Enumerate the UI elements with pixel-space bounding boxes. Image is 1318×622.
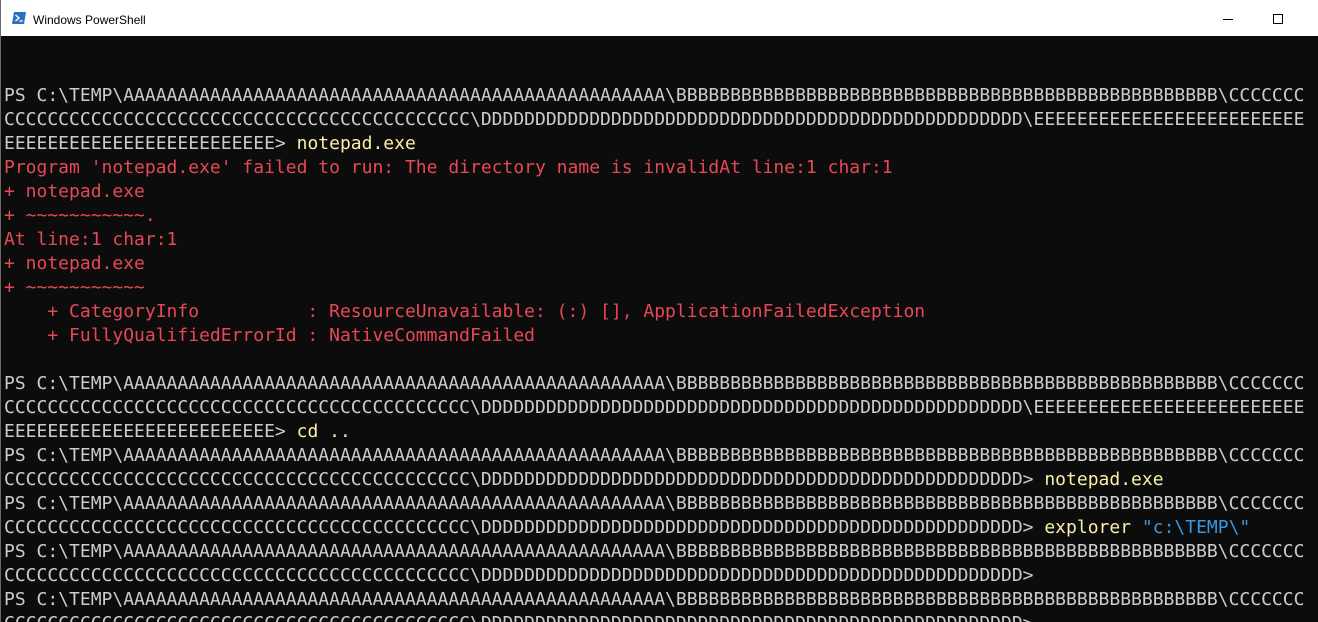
error-text: + notepad.exe (4, 253, 145, 274)
console-line: + notepad.exe (4, 180, 1318, 204)
console-line: CCCCCCCCCCCCCCCCCCCCCCCCCCCCCCCCCCCCCCCC… (4, 564, 1318, 588)
prompt-text: PS C:\TEMP\AAAAAAAAAAAAAAAAAAAAAAAAAAAAA… (4, 589, 1305, 610)
prompt-text: CCCCCCCCCCCCCCCCCCCCCCCCCCCCCCCCCCCCCCCC… (4, 517, 1045, 538)
command-text: notepad.exe (296, 133, 416, 154)
error-text: Program 'notepad.exe' failed to run: The… (4, 157, 893, 178)
prompt-text: CCCCCCCCCCCCCCCCCCCCCCCCCCCCCCCCCCCCCCCC… (4, 613, 1034, 622)
console-line: + ~~~~~~~~~~~ (4, 276, 1318, 300)
console-line: + CategoryInfo : ResourceUnavailable: (:… (4, 300, 1318, 324)
title-bar[interactable]: Windows PowerShell (1, 0, 1318, 36)
powershell-window: Windows PowerShell PS C:\TEMP\AAAAAAAAAA… (0, 0, 1318, 622)
maximize-button[interactable] (1255, 0, 1301, 36)
prompt-text: CCCCCCCCCCCCCCCCCCCCCCCCCCCCCCCCCCCCCCCC… (4, 469, 1045, 490)
console-line: + FullyQualifiedErrorId : NativeCommandF… (4, 324, 1318, 348)
console-line: PS C:\TEMP\AAAAAAAAAAAAAAAAAAAAAAAAAAAAA… (4, 84, 1318, 108)
error-text: + CategoryInfo : ResourceUnavailable: (:… (4, 301, 926, 322)
console-line: PS C:\TEMP\AAAAAAAAAAAAAAAAAAAAAAAAAAAAA… (4, 492, 1318, 516)
console-line: CCCCCCCCCCCCCCCCCCCCCCCCCCCCCCCCCCCCCCCC… (4, 396, 1318, 420)
console-line: At line:1 char:1 (4, 228, 1318, 252)
console-line: CCCCCCCCCCCCCCCCCCCCCCCCCCCCCCCCCCCCCCCC… (4, 516, 1318, 540)
prompt-text: EEEEEEEEEEEEEEEEEEEEEEEEE> (4, 133, 297, 154)
prompt-text: PS C:\TEMP\AAAAAAAAAAAAAAAAAAAAAAAAAAAAA… (4, 445, 1305, 466)
prompt-text: PS C:\TEMP\AAAAAAAAAAAAAAAAAAAAAAAAAAAAA… (4, 541, 1305, 562)
console-line: + notepad.exe (4, 252, 1318, 276)
console-line: PS C:\TEMP\AAAAAAAAAAAAAAAAAAAAAAAAAAAAA… (4, 444, 1318, 468)
console-line: CCCCCCCCCCCCCCCCCCCCCCCCCCCCCCCCCCCCCCCC… (4, 612, 1318, 622)
minimize-button[interactable] (1205, 0, 1251, 36)
command-text: explorer (1044, 517, 1142, 538)
powershell-icon (12, 12, 26, 24)
console-line: EEEEEEEEEEEEEEEEEEEEEEEEE> notepad.exe (4, 132, 1318, 156)
minimize-icon (1223, 19, 1233, 20)
error-text: + FullyQualifiedErrorId : NativeCommandF… (4, 325, 536, 346)
prompt-text: CCCCCCCCCCCCCCCCCCCCCCCCCCCCCCCCCCCCCCCC… (4, 109, 1305, 130)
console-line: PS C:\TEMP\AAAAAAAAAAAAAAAAAAAAAAAAAAAAA… (4, 588, 1318, 612)
prompt-text: PS C:\TEMP\AAAAAAAAAAAAAAAAAAAAAAAAAAAAA… (4, 493, 1305, 514)
console-line: Program 'notepad.exe' failed to run: The… (4, 156, 1318, 180)
prompt-text: EEEEEEEEEEEEEEEEEEEEEEEEE> (4, 421, 297, 442)
console-line: PS C:\TEMP\AAAAAAAAAAAAAAAAAAAAAAAAAAAAA… (4, 540, 1318, 564)
console-line: EEEEEEEEEEEEEEEEEEEEEEEEE> cd .. (4, 420, 1318, 444)
prompt-text: PS C:\TEMP\AAAAAAAAAAAAAAAAAAAAAAAAAAAAA… (4, 373, 1305, 394)
error-text: + notepad.exe (4, 181, 145, 202)
string-argument: "c:\TEMP\" (1141, 517, 1251, 538)
prompt-text: PS C:\TEMP\AAAAAAAAAAAAAAAAAAAAAAAAAAAAA… (4, 85, 1305, 106)
command-text: cd .. (296, 421, 351, 442)
maximize-icon (1273, 14, 1283, 24)
console-line: PS C:\TEMP\AAAAAAAAAAAAAAAAAAAAAAAAAAAAA… (4, 372, 1318, 396)
prompt-text: CCCCCCCCCCCCCCCCCCCCCCCCCCCCCCCCCCCCCCCC… (4, 397, 1305, 418)
console-line: CCCCCCCCCCCCCCCCCCCCCCCCCCCCCCCCCCCCCCCC… (4, 108, 1318, 132)
window-title: Windows PowerShell (33, 13, 146, 27)
error-text: At line:1 char:1 (4, 229, 178, 250)
error-text: + ~~~~~~~~~~~. (4, 205, 156, 226)
console-output[interactable]: PS C:\TEMP\AAAAAAAAAAAAAAAAAAAAAAAAAAAAA… (4, 84, 1318, 622)
error-text: + ~~~~~~~~~~~ (4, 277, 145, 298)
command-text: notepad.exe (1044, 469, 1164, 490)
console-line: CCCCCCCCCCCCCCCCCCCCCCCCCCCCCCCCCCCCCCCC… (4, 468, 1318, 492)
prompt-text: CCCCCCCCCCCCCCCCCCCCCCCCCCCCCCCCCCCCCCCC… (4, 565, 1034, 586)
console-line: + ~~~~~~~~~~~. (4, 204, 1318, 228)
